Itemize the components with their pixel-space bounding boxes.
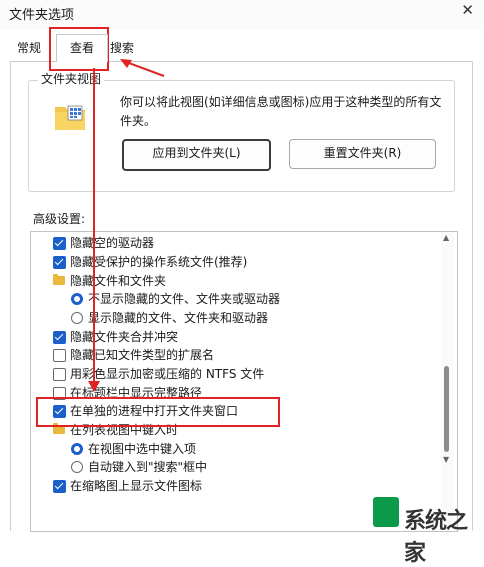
advanced-settings-label: 高级设置:: [33, 212, 86, 226]
list-item-label: 不显示隐藏的文件、文件夹或驱动器: [88, 292, 281, 306]
list-item-label: 隐藏已知文件类型的扩展名: [70, 348, 215, 362]
checkbox[interactable]: [53, 237, 66, 250]
checkbox[interactable]: [53, 480, 66, 493]
folder-view-icon: [55, 105, 85, 130]
radio-button[interactable]: [71, 443, 83, 455]
watermark-text: 系统之家: [404, 509, 468, 566]
reset-folders-button[interactable]: 重置文件夹(R): [289, 139, 436, 169]
tab-general[interactable]: 常规: [11, 38, 47, 60]
checkbox[interactable]: [53, 368, 66, 381]
radio-button[interactable]: [71, 312, 83, 324]
list-item-label: 自动键入到"搜索"框中: [88, 460, 208, 474]
radio-button[interactable]: [71, 293, 83, 305]
list-item-label: 隐藏受保护的操作系统文件(推荐): [70, 255, 248, 269]
scroll-up-icon[interactable]: ▲: [443, 233, 449, 242]
list-item-label: 隐藏文件夹合并冲突: [70, 330, 179, 344]
window-title: 文件夹选项: [9, 8, 75, 23]
list-item-label: 在视图中选中键入项: [88, 442, 197, 456]
list-item-label: 隐藏文件和文件夹: [70, 274, 167, 288]
checkbox[interactable]: [53, 349, 66, 362]
tab-view[interactable]: 查看: [56, 34, 108, 62]
apply-to-folders-button[interactable]: 应用到文件夹(L): [122, 139, 271, 171]
annotation-arrow-head: [88, 381, 100, 392]
list-item-label: 在缩略图上显示文件图标: [70, 479, 203, 493]
scroll-down-icon[interactable]: ▼: [443, 455, 449, 464]
scroll-thumb[interactable]: [444, 366, 449, 452]
list-item-label: 显示隐藏的文件、文件夹和驱动器: [88, 311, 269, 325]
folder-icon: [53, 274, 65, 285]
close-icon[interactable]: ✕: [461, 1, 474, 19]
title-bar: 文件夹选项 ✕: [0, 0, 484, 30]
radio-button[interactable]: [71, 461, 83, 473]
list-item-label: 隐藏空的驱动器: [70, 236, 155, 250]
checkbox[interactable]: [53, 331, 66, 344]
annotation-arrow-line: [93, 68, 95, 389]
annotation-arrow-to-tab: [120, 59, 165, 77]
checkbox[interactable]: [53, 256, 66, 269]
watermark-logo: [373, 497, 399, 527]
folder-views-description: 你可以将此视图(如详细信息或图标)应用于这种类型的所有文件夹。: [120, 95, 442, 128]
annotation-box-option: [36, 397, 280, 427]
